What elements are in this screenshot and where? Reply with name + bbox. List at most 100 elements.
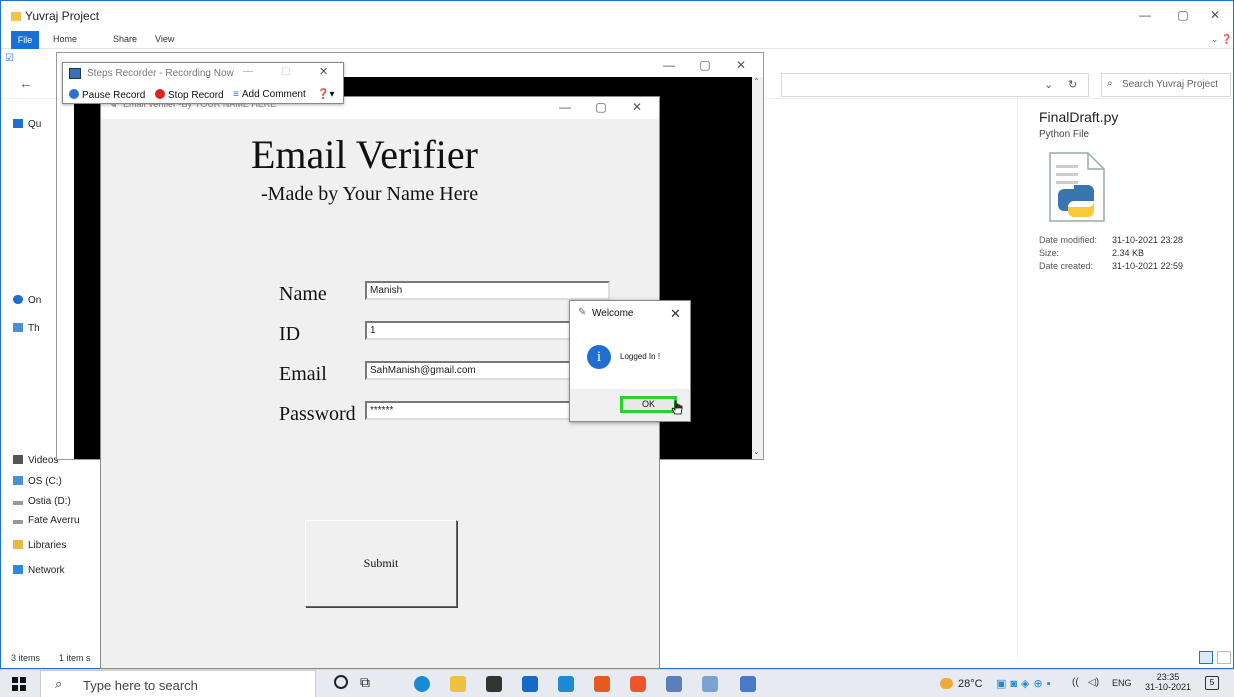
nav-item-videos[interactable]: Videos xyxy=(13,455,58,466)
weather-icon[interactable] xyxy=(940,678,953,689)
search-input[interactable]: Search Yuvraj Project xyxy=(1101,73,1231,97)
details-pane: FinalDraft.py Python File Date modified:… xyxy=(1017,99,1233,659)
scroll-up-icon[interactable]: ⌃ xyxy=(753,77,760,86)
wifi-icon[interactable]: (( xyxy=(1072,677,1079,688)
steps-recorder-taskbar-icon[interactable] xyxy=(666,676,682,692)
steps-minimize-button[interactable]: — xyxy=(243,66,253,77)
file-type: Python File xyxy=(1039,129,1090,140)
stop-record-button[interactable]: Stop Record xyxy=(155,89,224,101)
ev-minimize-button[interactable]: — xyxy=(549,97,581,117)
name-field[interactable]: Manish xyxy=(365,281,610,300)
weather-temperature[interactable]: 28°C xyxy=(958,678,983,690)
python-icon[interactable] xyxy=(702,676,718,692)
library-icon xyxy=(13,540,23,549)
help-icon: ❓ xyxy=(317,89,330,100)
console-scrollbar[interactable]: ⌃ ⌄ xyxy=(752,77,763,459)
ribbon-view-tab[interactable]: View xyxy=(155,34,174,44)
clock-date: 31-10-2021 xyxy=(1145,682,1192,692)
task-view-icon[interactable]: ⧉ xyxy=(360,674,370,691)
details-view-icon[interactable] xyxy=(1199,651,1213,664)
computer-icon xyxy=(13,323,23,332)
dialog-close-button[interactable]: ✕ xyxy=(670,306,681,322)
mail-icon[interactable] xyxy=(522,676,538,692)
ok-button[interactable]: OK xyxy=(620,396,677,413)
ev-maximize-button[interactable]: ▢ xyxy=(585,97,617,117)
volume-icon[interactable]: ◁) xyxy=(1088,677,1099,688)
date-created-value: 31-10-2021 22:59 xyxy=(1112,261,1184,271)
clock[interactable]: 23:35 31-10-2021 xyxy=(1145,672,1191,692)
submit-button[interactable]: Submit xyxy=(305,520,457,607)
clock-time: 23:35 xyxy=(1156,672,1180,682)
steps-recorder-toolbar: Pause Record Stop Record ≡ Add Comment ❓▾ xyxy=(63,87,343,103)
tray-app-icons[interactable]: ▣◙◈⊕▪ xyxy=(996,677,1055,690)
store-icon[interactable] xyxy=(486,676,502,692)
app-icon[interactable] xyxy=(558,676,574,692)
date-modified-label: Date modified: xyxy=(1039,235,1098,245)
office-icon[interactable] xyxy=(594,676,610,692)
status-item-count: 3 items xyxy=(11,653,41,663)
close-button[interactable]: ✕ xyxy=(1199,5,1231,25)
steps-close-button[interactable]: ✕ xyxy=(319,65,328,78)
size-value: 2.34 KB xyxy=(1112,248,1145,258)
welcome-dialog: ✎ Welcome ✕ i Logged In ! OK xyxy=(569,300,691,422)
maximize-button[interactable]: ▢ xyxy=(1167,5,1199,25)
console-close-button[interactable]: ✕ xyxy=(725,55,757,75)
nav-item-ostia-d[interactable]: Ostia (D:) xyxy=(13,496,71,507)
console-maximize-button[interactable]: ▢ xyxy=(689,55,721,75)
drive-icon xyxy=(13,476,23,485)
pause-record-button[interactable]: Pause Record xyxy=(69,89,145,101)
file-explorer-icon[interactable] xyxy=(450,676,466,692)
python-file-icon xyxy=(1049,152,1105,222)
ribbon-share-tab[interactable]: Share xyxy=(113,34,137,44)
tk-window-icon[interactable] xyxy=(740,676,756,692)
explorer-title: Yuvraj Project xyxy=(11,9,99,23)
feather-icon: ✎ xyxy=(578,307,587,318)
name-label: Name xyxy=(279,283,327,305)
steps-recorder-title: Steps Recorder - Recording Now xyxy=(87,68,234,79)
address-bar[interactable]: ⌄ ↻ xyxy=(781,73,1089,97)
search-icon: ⌕ xyxy=(55,676,63,691)
taskbar-search-box[interactable]: ⌕ Type here to search xyxy=(40,670,316,697)
drive-icon xyxy=(13,520,23,524)
refresh-icon[interactable]: ↻ xyxy=(1068,78,1077,91)
add-comment-button[interactable]: ≡ Add Comment xyxy=(233,89,306,100)
nav-item-fate[interactable]: Fate Averru xyxy=(13,515,80,526)
steps-recorder-icon xyxy=(69,68,81,79)
console-minimize-button[interactable]: — xyxy=(653,55,685,75)
chevron-down-icon[interactable]: ⌄ xyxy=(1044,78,1053,91)
page-title: Email Verifier xyxy=(251,132,478,177)
ev-close-button[interactable]: ✕ xyxy=(621,97,653,117)
help-icon[interactable]: ⌄ ❓ xyxy=(1211,34,1232,45)
nav-item-network[interactable]: Network xyxy=(13,565,65,576)
mouse-cursor-icon xyxy=(671,400,683,415)
nav-item-quick[interactable]: Qu xyxy=(13,119,41,130)
scroll-down-icon[interactable]: ⌄ xyxy=(753,447,760,456)
page-subtitle: -Made by Your Name Here xyxy=(261,183,479,205)
windows-start-icon[interactable] xyxy=(12,677,26,691)
stop-icon xyxy=(155,89,165,99)
ribbon-home-tab[interactable]: Home xyxy=(53,34,77,44)
nav-item-libraries[interactable]: Libraries xyxy=(13,540,66,551)
minimize-button[interactable]: — xyxy=(1129,5,1161,25)
steps-recorder-window: Steps Recorder - Recording Now — ▢ ✕ Pau… xyxy=(62,62,344,104)
drive-icon xyxy=(13,501,23,505)
language-indicator[interactable]: ENG xyxy=(1112,678,1132,688)
notification-icon[interactable]: 5 xyxy=(1205,676,1219,690)
ribbon-file-tab[interactable]: File xyxy=(11,31,39,49)
cortana-icon[interactable] xyxy=(334,675,348,689)
nav-item-thispc[interactable]: Th xyxy=(13,323,40,334)
dialog-message: Logged In ! xyxy=(620,352,661,361)
back-arrow-icon[interactable]: ← xyxy=(19,75,33,91)
pause-icon xyxy=(69,89,79,99)
large-icons-view-icon[interactable] xyxy=(1217,651,1231,664)
email-label: Email xyxy=(279,363,327,385)
dialog-title: Welcome xyxy=(592,308,634,319)
brave-icon[interactable] xyxy=(630,676,646,692)
nav-item-onedrive[interactable]: On xyxy=(13,295,41,306)
edge-icon[interactable] xyxy=(414,676,430,692)
nav-item-os-c[interactable]: OS (C:) xyxy=(13,476,62,487)
id-label: ID xyxy=(279,323,301,345)
help-dropdown-button[interactable]: ❓▾ xyxy=(317,89,334,100)
checkbox-icon[interactable]: ☑ xyxy=(5,53,14,64)
status-selected: 1 item s xyxy=(59,653,91,663)
